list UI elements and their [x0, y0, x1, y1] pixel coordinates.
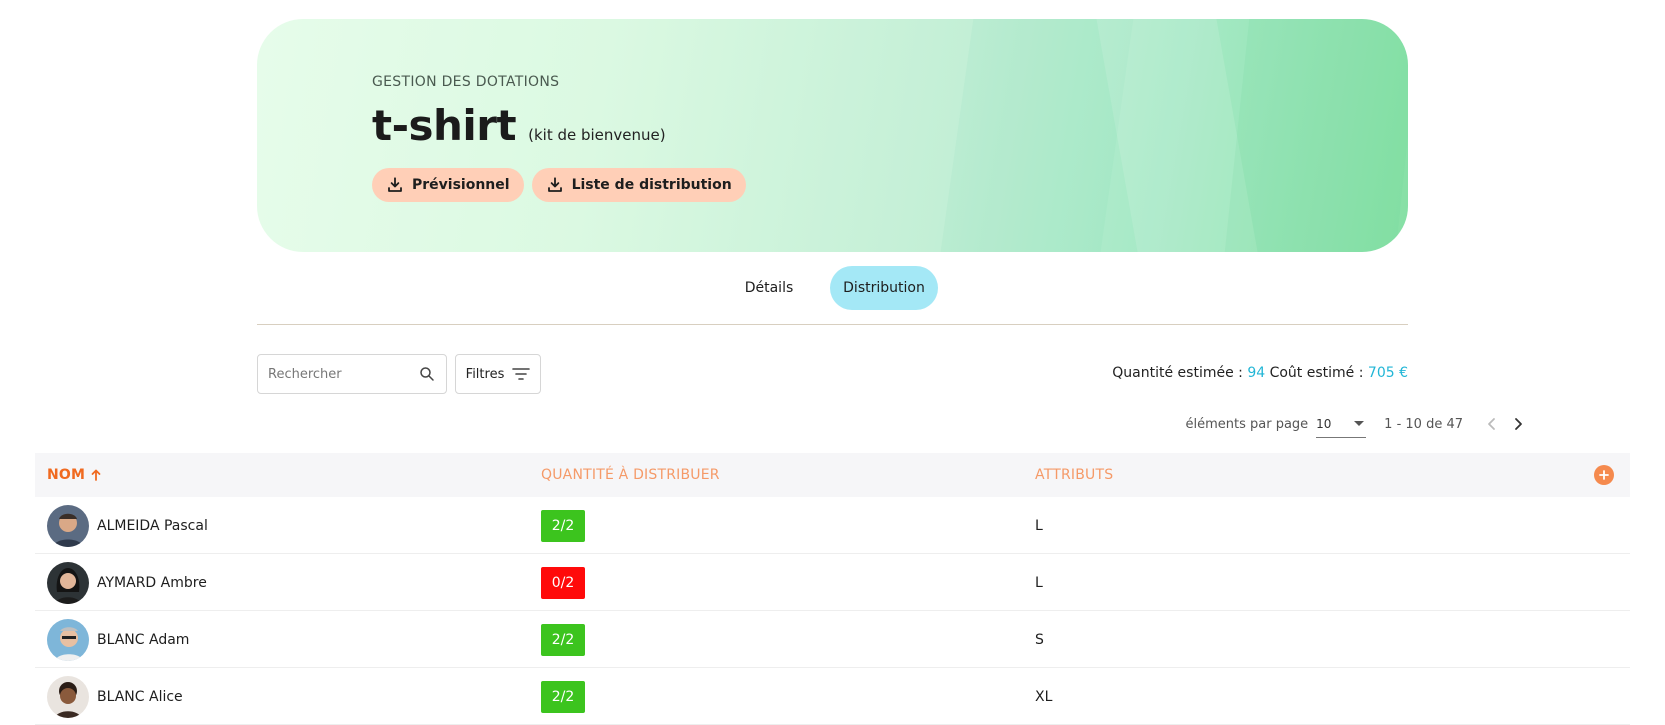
- table-row[interactable]: BLANC Alice 2/2 XL: [35, 668, 1630, 725]
- person-name: AYMARD Ambre: [97, 574, 207, 591]
- avatar: [47, 561, 89, 604]
- search-input[interactable]: [268, 366, 408, 382]
- items-per-page-label: éléments par page: [1185, 416, 1309, 432]
- quantity-badge: 2/2: [541, 623, 585, 656]
- distribution-table: NOM QUANTITÉ À DISTRIBUER ATTRIBUTS ALME…: [35, 453, 1630, 725]
- download-forecast-label: Prévisionnel: [412, 177, 510, 193]
- table-header: NOM QUANTITÉ À DISTRIBUER ATTRIBUTS: [35, 453, 1630, 497]
- table-row[interactable]: ALMEIDA Pascal 2/2 L: [35, 497, 1630, 554]
- quantity-cell: 2/2: [541, 497, 585, 554]
- page-subtitle: (kit de bienvenue): [528, 126, 666, 144]
- person-name: ALMEIDA Pascal: [97, 517, 208, 534]
- attribute-cell: S: [1035, 631, 1044, 648]
- plus-circle-icon: [1599, 470, 1609, 480]
- download-icon: [388, 177, 402, 192]
- table-row[interactable]: BLANC Adam 2/2 S: [35, 611, 1630, 668]
- name-cell: AYMARD Ambre: [47, 554, 207, 611]
- estimated-cost-label: Coût estimé :: [1269, 365, 1364, 381]
- table-row[interactable]: AYMARD Ambre 0/2 L: [35, 554, 1630, 611]
- estimated-quantity-value: 94: [1247, 365, 1266, 381]
- arrow-up-icon: [91, 469, 101, 481]
- chevron-down-icon: [1354, 421, 1365, 426]
- download-forecast-button[interactable]: Prévisionnel: [372, 168, 524, 202]
- avatar: [47, 504, 89, 547]
- quantity-badge: 2/2: [541, 680, 585, 713]
- page-eyebrow: GESTION DES DOTATIONS: [372, 74, 560, 90]
- quantity-cell: 0/2: [541, 554, 585, 611]
- avatar: [47, 675, 89, 718]
- filters-label: Filtres: [465, 366, 505, 382]
- hero-actions: Prévisionnel Liste de distribution: [372, 168, 746, 202]
- hero-banner: GESTION DES DOTATIONS t-shirt (kit de bi…: [257, 19, 1408, 252]
- avatar: [47, 618, 89, 661]
- column-header-name[interactable]: NOM: [47, 453, 101, 497]
- tab-details[interactable]: Détails: [719, 266, 819, 310]
- tab-bar: Détails Distribution: [257, 266, 1408, 325]
- tab-distribution[interactable]: Distribution: [830, 266, 938, 310]
- chevron-left-icon: [1488, 418, 1495, 430]
- hero-decoration: [1224, 19, 1408, 252]
- search-box: [257, 354, 447, 394]
- person-name: BLANC Adam: [97, 631, 190, 648]
- download-distribution-list-button[interactable]: Liste de distribution: [531, 168, 746, 202]
- filter-lines-icon: [512, 368, 531, 380]
- name-cell: BLANC Adam: [47, 611, 189, 668]
- attribute-cell: L: [1035, 517, 1043, 534]
- download-distribution-list-label: Liste de distribution: [571, 177, 732, 193]
- attribute-cell: XL: [1035, 688, 1053, 705]
- paginator: éléments par page 10 1 - 10 de 47: [1185, 410, 1531, 438]
- page-title: t-shirt: [372, 101, 517, 150]
- quantity-cell: 2/2: [541, 611, 585, 668]
- column-header-attributes[interactable]: ATTRIBUTS: [1035, 453, 1113, 497]
- quantity-cell: 2/2: [541, 668, 585, 725]
- attribute-cell: L: [1035, 574, 1043, 591]
- column-header-name-label: NOM: [47, 467, 86, 483]
- previous-page-button[interactable]: [1479, 411, 1505, 437]
- title-row: t-shirt (kit de bienvenue): [372, 101, 666, 150]
- search-icon[interactable]: [418, 365, 436, 383]
- name-cell: ALMEIDA Pascal: [47, 497, 208, 554]
- page-range: 1 - 10 de 47: [1384, 416, 1463, 432]
- column-header-quantity[interactable]: QUANTITÉ À DISTRIBUER: [541, 453, 720, 497]
- name-cell: BLANC Alice: [47, 668, 183, 725]
- add-column-button[interactable]: [1594, 465, 1614, 485]
- download-icon: [547, 177, 562, 192]
- person-name: BLANC Alice: [97, 688, 183, 705]
- next-page-button[interactable]: [1505, 411, 1531, 437]
- filters-button[interactable]: Filtres: [455, 354, 541, 394]
- estimates-summary: Quantité estimée : 94 Coût estimé : 705 …: [1112, 365, 1408, 381]
- items-per-page-select[interactable]: 10: [1316, 410, 1367, 438]
- items-per-page-value: 10: [1316, 416, 1332, 431]
- estimated-quantity-label: Quantité estimée :: [1112, 365, 1243, 381]
- estimated-cost-value: 705 €: [1367, 365, 1408, 381]
- quantity-badge: 0/2: [541, 566, 585, 599]
- chevron-right-icon: [1515, 418, 1522, 430]
- quantity-badge: 2/2: [541, 509, 585, 542]
